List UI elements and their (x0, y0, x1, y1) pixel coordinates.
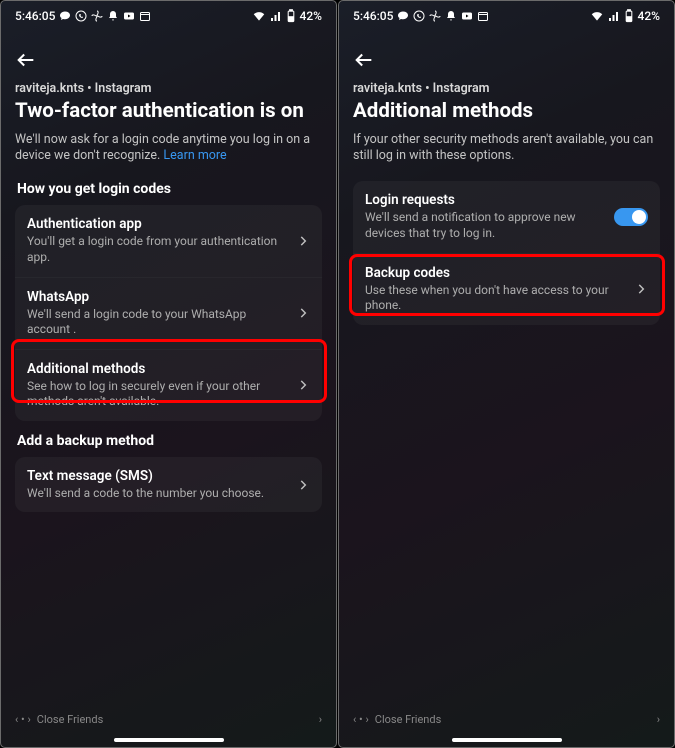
chat-bubble-icon (59, 10, 71, 22)
section-add-backup-method: Add a backup method (17, 433, 320, 449)
row-text-message[interactable]: Text message (SMS) We'll send a code to … (15, 457, 322, 513)
login-requests-toggle[interactable] (614, 208, 648, 226)
signal-icon (608, 10, 620, 22)
youtube-icon (123, 10, 135, 22)
signal-icon (270, 10, 282, 22)
row-subtitle: We'll send a notification to approve new… (365, 210, 606, 241)
chat-bubble-icon (397, 10, 409, 22)
battery-icon (624, 9, 634, 23)
page-title: Additional methods (353, 100, 660, 124)
row-title: Additional methods (27, 361, 288, 377)
row-authentication-app[interactable]: Authentication app You'll get a login co… (15, 205, 322, 276)
row-whatsapp[interactable]: WhatsApp We'll send a login code to your… (15, 277, 322, 349)
home-indicator[interactable] (452, 738, 562, 742)
row-title: WhatsApp (27, 289, 288, 305)
battery-icon (286, 9, 296, 23)
bottom-nav-preview: ‹ • ›Close Friends› (339, 711, 674, 727)
wifi-icon (252, 10, 266, 22)
breadcrumb: raviteja.knts • Instagram (15, 81, 322, 96)
back-button[interactable] (15, 49, 39, 73)
breadcrumb: raviteja.knts • Instagram (353, 81, 660, 96)
calendar-icon (477, 10, 489, 22)
youtube-icon (461, 10, 473, 22)
chevron-right-icon (296, 378, 310, 392)
status-bar: 5:46:05 42% (1, 1, 336, 31)
status-battery: 42% (638, 9, 660, 23)
back-button[interactable] (353, 49, 377, 73)
row-login-requests[interactable]: Login requests We'll send a notification… (353, 181, 660, 252)
row-subtitle: Use these when you don't have access to … (365, 283, 626, 314)
wifi-icon (590, 10, 604, 22)
home-indicator[interactable] (114, 738, 224, 742)
calendar-icon (139, 10, 151, 22)
page-title: Two-factor authentication is on (15, 100, 322, 124)
bell-icon (107, 10, 119, 22)
screen-2fa-on: 5:46:05 42% raviteja.knts • Instagram Tw… (0, 0, 337, 748)
status-time: 5:46:05 (353, 9, 393, 23)
row-title: Backup codes (365, 265, 626, 281)
bell-icon (445, 10, 457, 22)
status-battery: 42% (300, 9, 322, 23)
row-title: Text message (SMS) (27, 468, 288, 484)
section-how-you-get-codes: How you get login codes (17, 181, 320, 197)
whatsapp-icon (75, 10, 87, 22)
row-title: Authentication app (27, 216, 288, 232)
chevron-right-icon (296, 478, 310, 492)
status-time: 5:46:05 (15, 9, 55, 23)
row-subtitle: We'll send a code to the number you choo… (27, 486, 288, 502)
row-subtitle: You'll get a login code from your authen… (27, 234, 288, 265)
row-subtitle: See how to log in securely even if your … (27, 379, 288, 410)
page-description: If your other security methods aren't av… (353, 132, 660, 166)
chevron-right-icon (634, 282, 648, 296)
whatsapp-icon (413, 10, 425, 22)
screen-additional-methods: 5:46:05 42% raviteja.knts • Instagram Ad… (338, 0, 675, 748)
fan-icon (91, 10, 103, 22)
bottom-nav-preview: ‹ • ›Close Friends› (1, 711, 336, 727)
row-subtitle: We'll send a login code to your WhatsApp… (27, 307, 288, 338)
chevron-right-icon (296, 234, 310, 248)
arrow-left-icon (353, 49, 375, 71)
learn-more-link[interactable]: Learn more (163, 148, 226, 163)
arrow-left-icon (15, 49, 37, 71)
row-additional-methods[interactable]: Additional methods See how to log in sec… (15, 349, 322, 421)
row-title: Login requests (365, 192, 606, 208)
page-description: We'll now ask for a login code anytime y… (15, 132, 322, 166)
row-backup-codes[interactable]: Backup codes Use these when you don't ha… (353, 253, 660, 325)
chevron-right-icon (296, 306, 310, 320)
status-bar: 5:46:05 42% (339, 1, 674, 31)
fan-icon (429, 10, 441, 22)
